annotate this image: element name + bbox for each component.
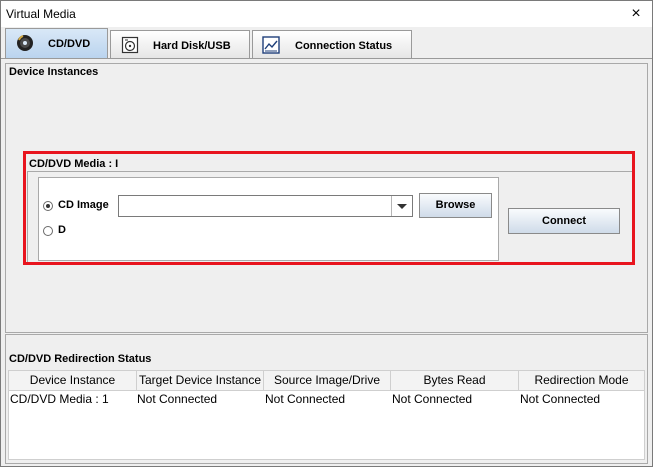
cell-target-device: Not Connected <box>137 392 218 406</box>
chevron-down-icon[interactable] <box>391 196 412 216</box>
drive-d-radio-label[interactable]: D <box>58 224 66 236</box>
tab-cd-dvd[interactable]: CD/DVD <box>5 28 108 59</box>
column-header-redirection-mode[interactable]: Redirection Mode <box>519 371 644 390</box>
table-header: Device Instance Target Device Instance S… <box>9 371 644 391</box>
cell-redirection-mode: Not Connected <box>520 392 601 406</box>
column-header-device-instance[interactable]: Device Instance <box>9 371 137 390</box>
cell-bytes-read: Not Connected <box>392 392 473 406</box>
redirection-status-table: Device Instance Target Device Instance S… <box>8 370 645 460</box>
chart-icon <box>262 36 280 54</box>
tab-label: Hard Disk/USB <box>153 40 231 52</box>
virtual-media-window: Virtual Media × CD/DVD Hard Disk/USB Con… <box>0 0 653 467</box>
cell-source: Not Connected <box>265 392 346 406</box>
device-instances-title: Device Instances <box>9 66 99 78</box>
media-group-title: CD/DVD Media : I <box>29 158 119 170</box>
column-header-source[interactable]: Source Image/Drive <box>264 371 391 390</box>
tab-connection-status[interactable]: Connection Status <box>252 30 412 58</box>
media-source-box <box>38 177 499 261</box>
browse-button[interactable]: Browse <box>419 193 492 218</box>
column-header-target-device[interactable]: Target Device Instance <box>137 371 264 390</box>
image-path-combobox[interactable] <box>118 195 413 217</box>
cd-image-radio[interactable] <box>43 201 53 211</box>
column-header-bytes-read[interactable]: Bytes Read <box>391 371 519 390</box>
cd-image-radio-label[interactable]: CD Image <box>58 199 109 211</box>
window-title: Virtual Media <box>6 7 76 21</box>
tab-label: Connection Status <box>295 40 393 52</box>
close-icon[interactable]: × <box>622 2 650 26</box>
cell-device-instance: CD/DVD Media : 1 <box>10 392 109 406</box>
tab-hard-disk-usb[interactable]: Hard Disk/USB <box>110 30 250 58</box>
connect-button[interactable]: Connect <box>508 208 620 234</box>
drive-d-radio[interactable] <box>43 226 53 236</box>
tab-label: CD/DVD <box>48 38 91 50</box>
redirection-status-title: CD/DVD Redirection Status <box>9 353 152 365</box>
tab-divider <box>1 58 652 59</box>
cd-dvd-icon <box>16 34 34 52</box>
title-bar: Virtual Media × <box>1 1 652 27</box>
hard-disk-icon <box>121 36 139 54</box>
